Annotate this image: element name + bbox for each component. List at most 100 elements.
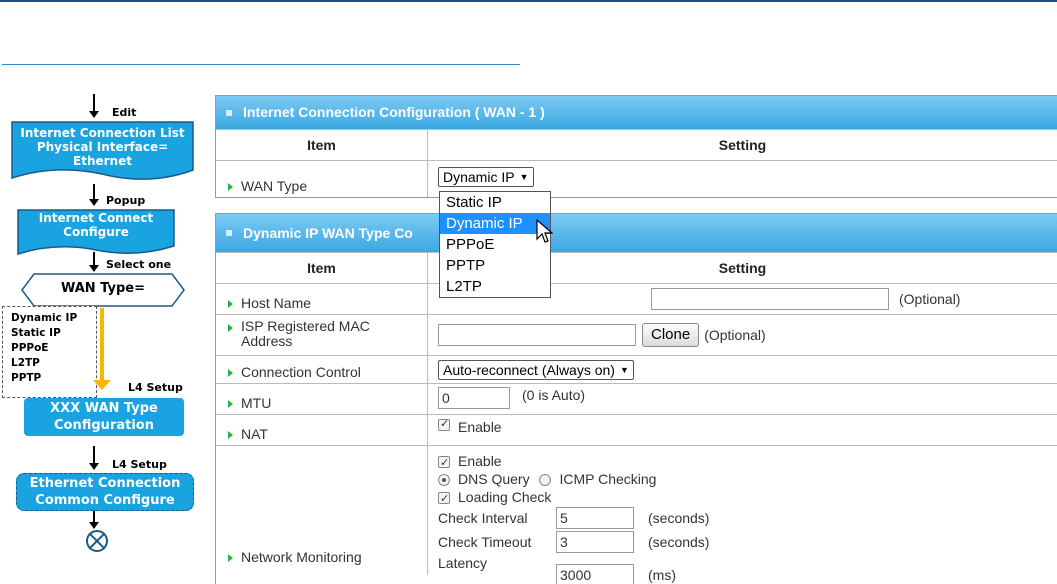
dropdown-option-l2tp[interactable]: L2TP (440, 276, 550, 297)
mac-address-input[interactable] (438, 324, 636, 346)
row-marker-icon (228, 431, 233, 439)
mouse-pointer-icon (536, 219, 554, 243)
row-marker-icon (228, 324, 233, 332)
mac-hint: (Optional) (704, 327, 766, 343)
arrow-end (88, 511, 100, 529)
wan-config-panel-header: Internet Connection Configuration ( WAN … (216, 96, 1057, 129)
latency-label: Latency (438, 555, 488, 571)
dropdown-option-dynamic-ip[interactable]: Dynamic IP (440, 213, 550, 234)
wan-config-panel: Internet Connection Configuration ( WAN … (215, 95, 1057, 198)
wan-type-option: L2TP (11, 357, 40, 369)
network-monitoring-row: Network Monitoring Enable DNS Query ICMP… (216, 445, 1057, 584)
check-timeout-unit: (seconds) (648, 534, 710, 550)
common-box-line-2: Common Configure (35, 493, 175, 508)
arrow-select (88, 252, 100, 272)
l4-setup-label-1: L4 Setup (128, 381, 183, 394)
latency-input[interactable]: 3000 (556, 564, 634, 584)
row-marker-icon (228, 300, 233, 308)
wan-type-decision: WAN Type= (20, 272, 186, 308)
flowchart: Edit Internet Connection List Physical I… (0, 80, 210, 584)
xxx-box-line-1: XXX WAN Type (50, 401, 158, 416)
icmp-checking-label: ICMP Checking (559, 471, 657, 487)
loading-check-checkbox[interactable] (438, 490, 450, 508)
dns-query-radio[interactable] (438, 474, 450, 487)
netmon-enable-label: Enable (458, 453, 502, 469)
netmon-enable-checkbox[interactable] (438, 454, 450, 472)
row-marker-icon (228, 369, 233, 377)
section-underline (2, 64, 520, 65)
wan-type-option: PPTP (11, 372, 42, 384)
check-interval-label: Check Interval (438, 510, 528, 526)
top-rule (0, 0, 1057, 2)
mac-label: ISP Registered MAC Address (241, 318, 370, 349)
row-marker-icon (228, 183, 233, 191)
dropdown-option-static-ip[interactable]: Static IP (440, 192, 550, 213)
wan-type-label: WAN Type (241, 178, 308, 194)
row-marker-icon (228, 400, 233, 408)
dynamic-ip-title: Dynamic IP WAN Type Co (243, 225, 413, 241)
host-name-input[interactable] (651, 288, 889, 310)
configure-box-line-1: Internet Connect (38, 211, 154, 225)
arrow-popup (88, 184, 100, 206)
wan-config-title: Internet Connection Configuration ( WAN … (243, 104, 545, 120)
dynamic-ip-panel-header: Dynamic IP WAN Type Co (216, 214, 1057, 252)
header-square-icon (226, 109, 232, 116)
mtu-row: MTU 0 (0 is Auto) (216, 383, 1057, 414)
wan-type-option: PPPoE (11, 342, 49, 354)
network-monitoring-label: Network Monitoring (241, 549, 362, 565)
mtu-label: MTU (241, 395, 272, 411)
check-timeout-input[interactable]: 3 (556, 531, 634, 553)
wan-type-select[interactable]: Dynamic IP ▼ (438, 167, 534, 187)
wan-type-decision-text: WAN Type= (60, 281, 146, 296)
xxx-box-line-2: Configuration (54, 418, 154, 433)
check-interval-unit: (seconds) (648, 510, 710, 526)
wan-type-option: Static IP (11, 327, 61, 339)
check-interval-input[interactable]: 5 (556, 507, 634, 529)
ethernet-common-configure-box: Ethernet Connection Common Configure (16, 473, 194, 511)
icmp-checking-radio[interactable] (539, 474, 552, 487)
connection-control-value: Auto-reconnect (Always on) (443, 361, 615, 378)
popup-label: Popup (106, 194, 146, 207)
caret-down-icon: ▼ (619, 364, 629, 375)
nat-enable-label: Enable (458, 419, 502, 435)
internet-connect-configure-box: Internet Connect Configure (16, 208, 176, 256)
nat-row: NAT Enable (216, 414, 1057, 445)
clone-button[interactable]: Clone (642, 323, 700, 347)
wan-type-row: WAN Type Dynamic IP ▼ (216, 160, 1057, 197)
internet-connection-list-box: Internet Connection List Physical Interf… (10, 120, 195, 182)
xxx-wan-type-box: XXX WAN Type Configuration (24, 398, 184, 436)
loading-check-label: Loading Check (458, 489, 552, 505)
nat-enable-checkbox[interactable] (438, 417, 450, 431)
configure-box-line-2: Configure (63, 225, 129, 239)
check-timeout-label: Check Timeout (438, 534, 532, 550)
latency-unit: (ms) (648, 567, 676, 583)
header-square-icon (226, 230, 232, 236)
mac-row: ISP Registered MAC Address Clone (Option… (216, 314, 1057, 355)
wan-type-options-list: Dynamic IP Static IP PPPoE L2TP PPTP (2, 306, 97, 398)
dropdown-option-pppoe[interactable]: PPPoE (440, 234, 550, 255)
wan-type-option: Dynamic IP (11, 312, 78, 324)
yellow-arrow-head (93, 380, 111, 390)
mtu-input[interactable]: 0 (438, 387, 510, 409)
column-headers: Item Setting (216, 129, 1057, 160)
connection-control-row: Connection Control Auto-reconnect (Alway… (216, 355, 1057, 383)
connection-control-select[interactable]: Auto-reconnect (Always on) ▼ (438, 359, 634, 380)
host-name-row: Host Name (Optional) (216, 283, 1057, 314)
dropdown-option-pptp[interactable]: PPTP (440, 255, 550, 276)
host-name-hint: (Optional) (899, 291, 961, 307)
list-box-line-1: Internet Connection List (20, 126, 185, 140)
wan-type-select-value: Dynamic IP (443, 169, 515, 185)
row-marker-icon (228, 554, 233, 562)
col-item-header: Item (216, 130, 428, 160)
caret-down-icon: ▼ (519, 172, 529, 182)
wan-type-dropdown-list: Static IP Dynamic IP PPPoE PPTP L2TP (439, 191, 551, 298)
arrow-l4 (88, 446, 100, 470)
select-one-label: Select one (106, 258, 172, 271)
end-terminator-icon (86, 530, 108, 552)
list-box-line-2: Physical Interface= (36, 140, 169, 154)
connection-control-label: Connection Control (241, 364, 361, 380)
common-box-line-1: Ethernet Connection (29, 476, 181, 491)
host-name-label: Host Name (241, 295, 312, 311)
list-box-line-3: Ethernet (73, 154, 132, 168)
arrow-edit (88, 94, 100, 118)
